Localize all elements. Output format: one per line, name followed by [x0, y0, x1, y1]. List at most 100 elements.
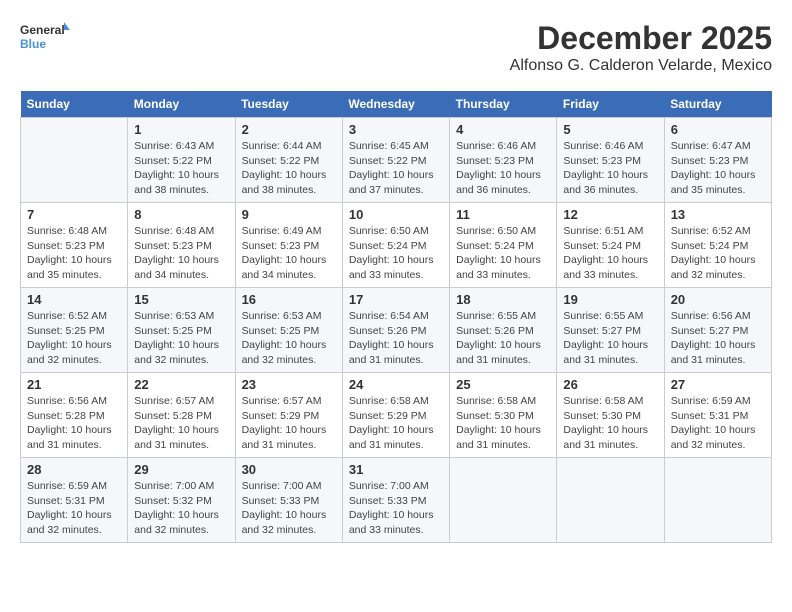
calendar-day-cell: 24 Sunrise: 6:58 AM Sunset: 5:29 PM Dayli… — [342, 373, 449, 458]
calendar-day-cell: 25 Sunrise: 6:58 AM Sunset: 5:30 PM Dayli… — [450, 373, 557, 458]
day-info: Sunrise: 6:58 AM Sunset: 5:29 PM Dayligh… — [349, 394, 443, 453]
calendar-day-cell: 16 Sunrise: 6:53 AM Sunset: 5:25 PM Dayli… — [235, 288, 342, 373]
day-number: 25 — [456, 377, 550, 392]
calendar-day-cell: 7 Sunrise: 6:48 AM Sunset: 5:23 PM Daylig… — [21, 203, 128, 288]
day-number: 29 — [134, 462, 228, 477]
calendar-week-2: 7 Sunrise: 6:48 AM Sunset: 5:23 PM Daylig… — [21, 203, 772, 288]
day-number: 6 — [671, 122, 765, 137]
day-info: Sunrise: 6:58 AM Sunset: 5:30 PM Dayligh… — [456, 394, 550, 453]
day-info: Sunrise: 6:54 AM Sunset: 5:26 PM Dayligh… — [349, 309, 443, 368]
calendar-day-cell: 11 Sunrise: 6:50 AM Sunset: 5:24 PM Dayli… — [450, 203, 557, 288]
calendar-week-4: 21 Sunrise: 6:56 AM Sunset: 5:28 PM Dayli… — [21, 373, 772, 458]
col-sunday: Sunday — [21, 91, 128, 118]
calendar-day-cell: 1 Sunrise: 6:43 AM Sunset: 5:22 PM Daylig… — [128, 118, 235, 203]
calendar-day-cell — [557, 458, 664, 543]
day-info: Sunrise: 6:53 AM Sunset: 5:25 PM Dayligh… — [242, 309, 336, 368]
calendar-day-cell: 28 Sunrise: 6:59 AM Sunset: 5:31 PM Dayli… — [21, 458, 128, 543]
day-info: Sunrise: 6:43 AM Sunset: 5:22 PM Dayligh… — [134, 139, 228, 198]
calendar-day-cell: 23 Sunrise: 6:57 AM Sunset: 5:29 PM Dayli… — [235, 373, 342, 458]
day-info: Sunrise: 7:00 AM Sunset: 5:32 PM Dayligh… — [134, 479, 228, 538]
day-info: Sunrise: 6:53 AM Sunset: 5:25 PM Dayligh… — [134, 309, 228, 368]
day-number: 8 — [134, 207, 228, 222]
day-info: Sunrise: 6:57 AM Sunset: 5:28 PM Dayligh… — [134, 394, 228, 453]
day-number: 24 — [349, 377, 443, 392]
calendar-day-cell: 27Sunrise: 6:59 AM Sunset: 5:31 PM Dayli… — [664, 373, 771, 458]
day-number: 1 — [134, 122, 228, 137]
day-info: Sunrise: 6:45 AM Sunset: 5:22 PM Dayligh… — [349, 139, 443, 198]
day-info: Sunrise: 6:50 AM Sunset: 5:24 PM Dayligh… — [349, 224, 443, 283]
day-number: 22 — [134, 377, 228, 392]
day-info: Sunrise: 6:48 AM Sunset: 5:23 PM Dayligh… — [27, 224, 121, 283]
day-number: 19 — [563, 292, 657, 307]
calendar-day-cell: 9Sunrise: 6:49 AM Sunset: 5:23 PM Daylig… — [235, 203, 342, 288]
calendar-week-1: 1 Sunrise: 6:43 AM Sunset: 5:22 PM Daylig… — [21, 118, 772, 203]
day-number: 28 — [27, 462, 121, 477]
calendar-day-cell: 22 Sunrise: 6:57 AM Sunset: 5:28 PM Dayli… — [128, 373, 235, 458]
day-info: Sunrise: 6:48 AM Sunset: 5:23 PM Dayligh… — [134, 224, 228, 283]
svg-text:Blue: Blue — [20, 37, 46, 51]
month-title: December 2025 — [510, 20, 772, 57]
day-info: Sunrise: 6:57 AM Sunset: 5:29 PM Dayligh… — [242, 394, 336, 453]
day-info: Sunrise: 6:59 AM Sunset: 5:31 PM Dayligh… — [27, 479, 121, 538]
day-number: 4 — [456, 122, 550, 137]
day-number: 14 — [27, 292, 121, 307]
col-monday: Monday — [128, 91, 235, 118]
day-number: 10 — [349, 207, 443, 222]
calendar-day-cell: 19 Sunrise: 6:55 AM Sunset: 5:27 PM Dayli… — [557, 288, 664, 373]
day-info: Sunrise: 6:56 AM Sunset: 5:28 PM Dayligh… — [27, 394, 121, 453]
calendar-day-cell: 30Sunrise: 7:00 AM Sunset: 5:33 PM Dayli… — [235, 458, 342, 543]
day-info: Sunrise: 6:47 AM Sunset: 5:23 PM Dayligh… — [671, 139, 765, 198]
day-info: Sunrise: 6:55 AM Sunset: 5:26 PM Dayligh… — [456, 309, 550, 368]
day-number: 16 — [242, 292, 336, 307]
day-info: Sunrise: 6:46 AM Sunset: 5:23 PM Dayligh… — [456, 139, 550, 198]
day-number: 17 — [349, 292, 443, 307]
calendar-day-cell — [664, 458, 771, 543]
day-number: 2 — [242, 122, 336, 137]
calendar-day-cell: 2 Sunrise: 6:44 AM Sunset: 5:22 PM Daylig… — [235, 118, 342, 203]
day-number: 20 — [671, 292, 765, 307]
calendar-day-cell: 5Sunrise: 6:46 AM Sunset: 5:23 PM Daylig… — [557, 118, 664, 203]
col-tuesday: Tuesday — [235, 91, 342, 118]
day-info: Sunrise: 6:52 AM Sunset: 5:25 PM Dayligh… — [27, 309, 121, 368]
day-info: Sunrise: 6:44 AM Sunset: 5:22 PM Dayligh… — [242, 139, 336, 198]
day-number: 7 — [27, 207, 121, 222]
calendar-day-cell — [450, 458, 557, 543]
day-info: Sunrise: 6:51 AM Sunset: 5:24 PM Dayligh… — [563, 224, 657, 283]
calendar-day-cell: 17 Sunrise: 6:54 AM Sunset: 5:26 PM Dayli… — [342, 288, 449, 373]
day-info: Sunrise: 6:55 AM Sunset: 5:27 PM Dayligh… — [563, 309, 657, 368]
day-number: 18 — [456, 292, 550, 307]
day-number: 15 — [134, 292, 228, 307]
day-number: 5 — [563, 122, 657, 137]
calendar-day-cell: 31 Sunrise: 7:00 AM Sunset: 5:33 PM Dayli… — [342, 458, 449, 543]
day-info: Sunrise: 7:00 AM Sunset: 5:33 PM Dayligh… — [242, 479, 336, 538]
day-number: 11 — [456, 207, 550, 222]
location-subtitle: Alfonso G. Calderon Velarde, Mexico — [510, 57, 772, 75]
day-info: Sunrise: 6:56 AM Sunset: 5:27 PM Dayligh… — [671, 309, 765, 368]
day-info: Sunrise: 6:58 AM Sunset: 5:30 PM Dayligh… — [563, 394, 657, 453]
day-number: 31 — [349, 462, 443, 477]
day-info: Sunrise: 6:59 AM Sunset: 5:31 PM Dayligh… — [671, 394, 765, 453]
day-number: 13 — [671, 207, 765, 222]
day-number: 26 — [563, 377, 657, 392]
calendar-day-cell: 18 Sunrise: 6:55 AM Sunset: 5:26 PM Dayli… — [450, 288, 557, 373]
day-number: 12 — [563, 207, 657, 222]
calendar-day-cell: 6 Sunrise: 6:47 AM Sunset: 5:23 PM Daylig… — [664, 118, 771, 203]
day-info: Sunrise: 6:50 AM Sunset: 5:24 PM Dayligh… — [456, 224, 550, 283]
calendar-header-row: Sunday Monday Tuesday Wednesday Thursday… — [21, 91, 772, 118]
calendar-day-cell: 8 Sunrise: 6:48 AM Sunset: 5:23 PM Daylig… — [128, 203, 235, 288]
calendar-table: Sunday Monday Tuesday Wednesday Thursday… — [20, 91, 772, 543]
calendar-day-cell: 10 Sunrise: 6:50 AM Sunset: 5:24 PM Dayli… — [342, 203, 449, 288]
day-info: Sunrise: 7:00 AM Sunset: 5:33 PM Dayligh… — [349, 479, 443, 538]
day-number: 23 — [242, 377, 336, 392]
calendar-day-cell: 12 Sunrise: 6:51 AM Sunset: 5:24 PM Dayli… — [557, 203, 664, 288]
calendar-day-cell: 26 Sunrise: 6:58 AM Sunset: 5:30 PM Dayli… — [557, 373, 664, 458]
day-number: 3 — [349, 122, 443, 137]
calendar-day-cell: 14 Sunrise: 6:52 AM Sunset: 5:25 PM Dayli… — [21, 288, 128, 373]
calendar-day-cell: 13 Sunrise: 6:52 AM Sunset: 5:24 PM Dayli… — [664, 203, 771, 288]
day-number: 21 — [27, 377, 121, 392]
day-number: 9 — [242, 207, 336, 222]
calendar-day-cell: 29 Sunrise: 7:00 AM Sunset: 5:32 PM Dayli… — [128, 458, 235, 543]
day-info: Sunrise: 6:52 AM Sunset: 5:24 PM Dayligh… — [671, 224, 765, 283]
calendar-day-cell: 3 Sunrise: 6:45 AM Sunset: 5:22 PM Daylig… — [342, 118, 449, 203]
logo: General Blue — [20, 20, 70, 56]
